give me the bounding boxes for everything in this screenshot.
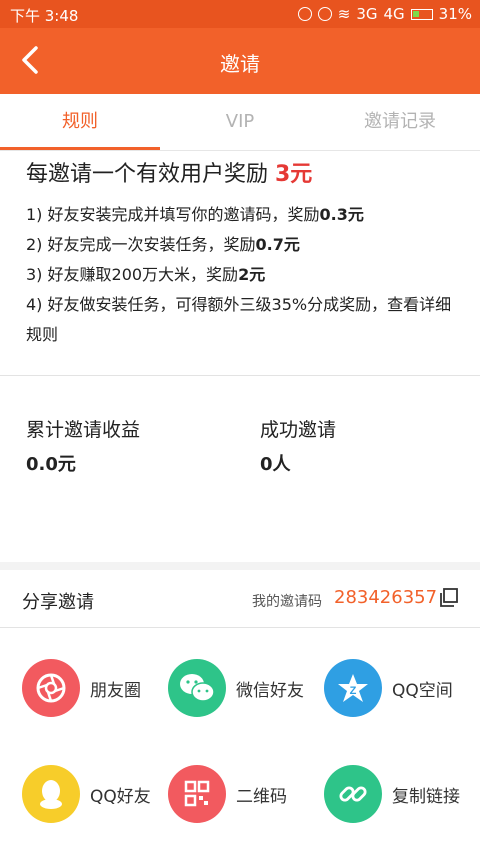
share-label: QQ好友: [90, 786, 151, 807]
share-label: 微信好友: [236, 680, 304, 701]
share-moments-button[interactable]: 朋友圈: [22, 659, 141, 717]
copy-icon[interactable]: [438, 587, 460, 609]
qzone-icon: Z: [324, 659, 382, 717]
rules-section: 每邀请一个有效用户奖励 3元 1) 好友安装完成并填写你的邀请码，奖励0.3元 …: [26, 156, 466, 350]
qrcode-icon: [168, 765, 226, 823]
alarm-icon: [317, 7, 332, 21]
invites-value: 0人: [260, 454, 291, 475]
rule-reward: 0.3元: [319, 205, 364, 224]
tab-invite-records[interactable]: 邀请记录: [320, 94, 480, 150]
qq-icon: [22, 765, 80, 823]
share-divider: [0, 627, 480, 628]
battery-icon: [410, 8, 433, 20]
invites-label: 成功邀请: [260, 419, 337, 441]
earnings-value: 0.0元: [26, 454, 76, 475]
moments-icon: [22, 659, 80, 717]
share-wechat-button[interactable]: 微信好友: [168, 659, 304, 717]
rule-text: 4) 好友做安装任务，可得额外三级35%分成奖励，查看详细规则: [26, 295, 452, 344]
link-icon: [324, 765, 382, 823]
svg-text:Z: Z: [350, 685, 357, 697]
signal-3g: 3G: [356, 5, 378, 23]
earnings-label: 累计邀请收益: [26, 419, 141, 441]
rule-text: 1) 好友安装完成并填写你的邀请码，奖励: [26, 205, 320, 224]
battery-percent: 31%: [438, 5, 472, 23]
page-title: 邀请: [220, 52, 260, 76]
rule-item-3: 3) 好友赚取200万大米，奖励2元: [26, 260, 466, 290]
share-title: 分享邀请: [22, 592, 94, 613]
section-gap: [0, 562, 480, 570]
wechat-icon: [168, 659, 226, 717]
headline-text: 每邀请一个有效用户奖励: [26, 162, 275, 187]
wifi-icon: ≋: [337, 5, 351, 23]
invite-code-label: 我的邀请码: [252, 594, 322, 610]
share-label: 朋友圈: [90, 680, 141, 701]
rule-text: 2) 好友完成一次安装任务，奖励: [26, 235, 256, 254]
tab-bar: 规则 VIP 邀请记录: [0, 94, 480, 151]
app-header: 邀请: [0, 28, 480, 94]
tab-indicator: [0, 147, 160, 150]
rule-reward: 2元: [238, 265, 266, 284]
tab-vip[interactable]: VIP: [160, 94, 320, 150]
rule-item-1: 1) 好友安装完成并填写你的邀请码，奖励0.3元: [26, 200, 466, 230]
rule-item-4-detail-link[interactable]: 4) 好友做安装任务，可得额外三级35%分成奖励，查看详细规则: [26, 290, 466, 350]
share-qrcode-button[interactable]: 二维码: [168, 765, 287, 823]
share-label: 复制链接: [392, 786, 460, 807]
share-qzone-button[interactable]: Z QQ空间: [324, 659, 453, 717]
signal-4g: 4G: [383, 5, 405, 23]
share-copy-link-button[interactable]: 复制链接: [324, 765, 460, 823]
rule-reward: 0.7元: [255, 235, 300, 254]
status-bar: 下午 3:48 ≋ 3G 4G 31%: [0, 0, 480, 28]
share-qq-button[interactable]: QQ好友: [22, 765, 151, 823]
mute-icon: [297, 7, 312, 21]
share-label: QQ空间: [392, 680, 453, 701]
rule-item-2: 2) 好友完成一次安装任务，奖励0.7元: [26, 230, 466, 260]
status-icons: ≋ 3G 4G 31%: [297, 5, 472, 23]
section-divider: [0, 375, 480, 376]
tab-rules[interactable]: 规则: [0, 94, 160, 150]
rule-text: 3) 好友赚取200万大米，奖励: [26, 265, 239, 284]
reward-headline: 每邀请一个有效用户奖励 3元: [26, 156, 466, 188]
headline-amount: 3元: [275, 162, 313, 187]
status-time: 下午 3:48: [10, 7, 79, 25]
invite-code-value: 283426357: [334, 587, 438, 608]
share-label: 二维码: [236, 786, 287, 807]
